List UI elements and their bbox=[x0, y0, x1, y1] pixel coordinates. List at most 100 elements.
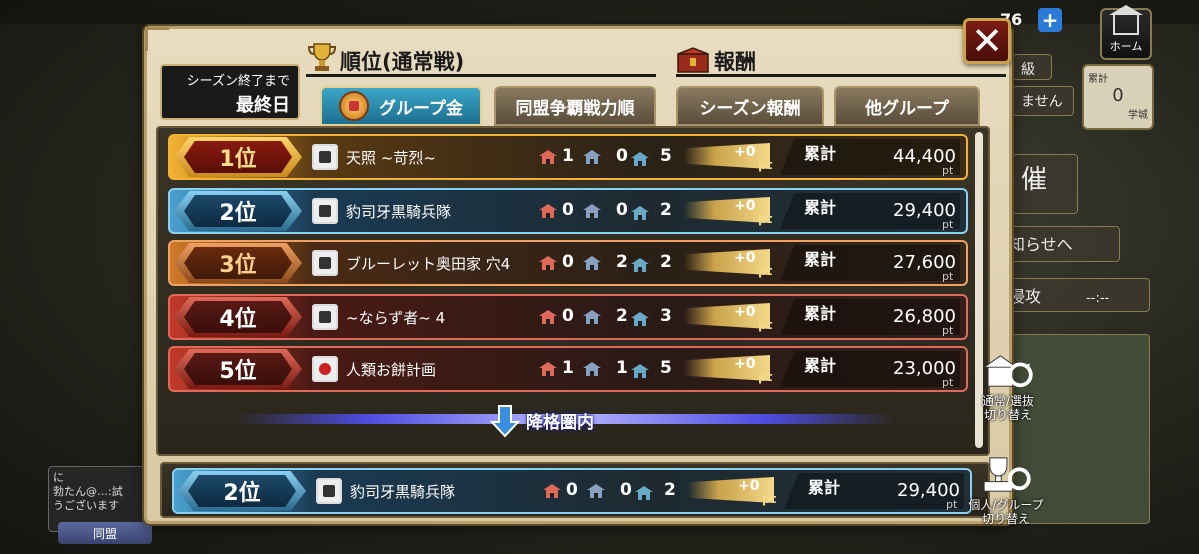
reward-title-underline bbox=[676, 74, 1006, 77]
ranking-row[interactable]: 4位 ~ならず者~ 4 0 2 3 +0 pt 累計 26,800 pt bbox=[168, 294, 968, 340]
castle-count-3: 5 bbox=[660, 358, 672, 378]
castle-small-icon bbox=[631, 258, 649, 272]
home-button[interactable]: ホーム bbox=[1100, 5, 1152, 60]
point-gain-value: +0 bbox=[734, 250, 756, 266]
castle-count-2: 0 bbox=[620, 480, 632, 500]
notice-card-1-text: ません bbox=[1021, 94, 1063, 110]
point-gain-unit: pt bbox=[758, 264, 773, 278]
reward-title: 報酬 bbox=[714, 50, 756, 74]
tab-alliance-power[interactable]: 同盟争覇戦力順 bbox=[494, 86, 656, 126]
group-emblem-icon bbox=[312, 144, 338, 170]
add-coins-button[interactable]: + bbox=[1038, 8, 1062, 32]
switch-normal-select-label-2: 切り替え bbox=[983, 408, 1032, 422]
group-emblem-icon bbox=[316, 478, 342, 504]
rank-label: 4位 bbox=[219, 307, 257, 332]
switch-personal-group-button[interactable]: 個人/グループ 切り替え bbox=[966, 456, 1046, 526]
total-card-unit: 学城 bbox=[1128, 110, 1148, 121]
trophy-icon bbox=[307, 43, 337, 71]
ranking-row[interactable]: 2位 豹司牙黒騎兵隊 0 0 2 +0 pt 累計 29,400 pt bbox=[168, 188, 968, 234]
season-remaining-box: シーズン終了まで 最終日 bbox=[160, 64, 300, 120]
switch-normal-select-button[interactable]: 通常/選抜 切り替え bbox=[968, 352, 1048, 422]
total-label: 累計 bbox=[804, 356, 837, 375]
bg-notice-link[interactable]: 知らせへ bbox=[1000, 226, 1120, 262]
castle-red-icon bbox=[543, 484, 561, 498]
rank-badge: 2位 bbox=[178, 471, 306, 511]
castle-count-3: 2 bbox=[664, 480, 676, 500]
total-unit: pt bbox=[946, 498, 958, 511]
rank-badge-inner: 2位 bbox=[188, 475, 296, 507]
castle-count-3: 2 bbox=[660, 200, 672, 220]
point-gain-value: +0 bbox=[734, 356, 756, 372]
castle-small-icon bbox=[631, 364, 649, 378]
castle-count-2: 0 bbox=[616, 200, 628, 220]
castle-count-1: 1 bbox=[562, 358, 574, 378]
treasure-chest-icon bbox=[677, 47, 709, 73]
rank-badge: 3位 bbox=[174, 243, 302, 283]
close-icon: ✕ bbox=[971, 19, 1003, 63]
level-label: 級 bbox=[1021, 62, 1035, 78]
castle-count-1: 1 bbox=[562, 146, 574, 166]
castle-blue-icon bbox=[583, 362, 601, 376]
castle-count-1: 0 bbox=[562, 200, 574, 220]
bg-notice-card-1: ません bbox=[1012, 86, 1074, 116]
castle-count-2: 2 bbox=[616, 306, 628, 326]
demotion-label: 降格圏内 bbox=[526, 413, 594, 433]
rank-label: 2位 bbox=[223, 481, 261, 506]
castle-blue-icon bbox=[587, 484, 605, 498]
ranking-row[interactable]: 5位 人類お餅計画 1 1 5 +0 pt 累計 23,000 pt bbox=[168, 346, 968, 392]
group-name: 豹司牙黒騎兵隊 bbox=[346, 203, 452, 221]
group-name: ブルーレット奥田家 穴4 bbox=[346, 255, 511, 273]
tab-season-reward[interactable]: シーズン報酬 bbox=[676, 86, 824, 126]
castle-count-2: 1 bbox=[616, 358, 628, 378]
castle-red-icon bbox=[539, 362, 557, 376]
castle-red-icon bbox=[539, 204, 557, 218]
switch-personal-group-label-1: 個人/グループ bbox=[968, 498, 1044, 512]
total-unit: pt bbox=[942, 376, 954, 389]
arrow-down-icon bbox=[490, 405, 520, 438]
invasion-time: --:-- bbox=[1086, 291, 1110, 306]
tab-other-group[interactable]: 他グループ bbox=[834, 86, 980, 126]
switch-personal-group-label-2: 切り替え bbox=[981, 512, 1030, 526]
total-card-label: 累計 bbox=[1088, 74, 1108, 85]
castle-red-icon bbox=[539, 256, 557, 270]
rank-badge: 5位 bbox=[174, 349, 302, 389]
ranking-row[interactable]: 1位 天照 ~苛烈~ 1 0 5 +0 pt 累計 44,400 pt bbox=[168, 134, 968, 180]
group-emblem-icon bbox=[312, 198, 338, 224]
castle-small-icon bbox=[631, 206, 649, 220]
castle-blue-icon bbox=[583, 150, 601, 164]
ranking-row[interactable]: 3位 ブルーレット奥田家 穴4 0 2 2 +0 pt 累計 27,600 pt bbox=[168, 240, 968, 286]
total-unit: pt bbox=[942, 164, 954, 177]
rank-badge-inner: 2位 bbox=[184, 195, 292, 227]
total-label: 累計 bbox=[804, 198, 837, 217]
group-emblem-icon bbox=[312, 356, 338, 382]
alliance-chat-button[interactable]: 同盟 bbox=[58, 522, 152, 544]
total-label: 累計 bbox=[808, 478, 841, 497]
total-card-value: 0 bbox=[1112, 85, 1124, 106]
castle-red-icon bbox=[539, 150, 557, 164]
own-ranking-row[interactable]: 2位 豹司牙黒騎兵隊 0 0 2 +0 pt 累計 29,400 pt bbox=[172, 468, 972, 514]
chat-line: うございます bbox=[53, 499, 119, 512]
season-remaining-value: 最終日 bbox=[236, 95, 290, 116]
castle-count-3: 3 bbox=[660, 306, 672, 326]
rank-badge-inner: 4位 bbox=[184, 301, 292, 333]
close-button[interactable]: ✕ bbox=[963, 18, 1011, 64]
point-gain-unit: pt bbox=[758, 158, 773, 172]
tab-group-gold[interactable]: グループ金 bbox=[320, 86, 482, 126]
castle-small-icon bbox=[631, 152, 649, 166]
point-gain-value: +0 bbox=[734, 144, 756, 160]
total-unit: pt bbox=[942, 324, 954, 337]
group-name: 豹司牙黒騎兵隊 bbox=[350, 483, 456, 501]
total-unit: pt bbox=[942, 218, 954, 231]
rank-label: 1位 bbox=[219, 147, 257, 172]
bg-invasion-card: 侵攻 --:-- bbox=[1000, 278, 1150, 312]
bg-event-card: 催 bbox=[1012, 154, 1078, 214]
point-gain-value: +0 bbox=[734, 198, 756, 214]
rank-badge: 1位 bbox=[174, 137, 302, 177]
trophy-switch-icon bbox=[983, 457, 1031, 492]
gold-emblem-icon bbox=[339, 91, 369, 121]
castle-blue-icon bbox=[583, 256, 601, 270]
point-gain-unit: pt bbox=[758, 212, 773, 226]
ranking-title: 順位(通常戦) bbox=[340, 50, 465, 74]
notice-link-text: 知らせへ bbox=[1009, 235, 1073, 254]
invasion-label: 侵攻 bbox=[1009, 287, 1042, 306]
